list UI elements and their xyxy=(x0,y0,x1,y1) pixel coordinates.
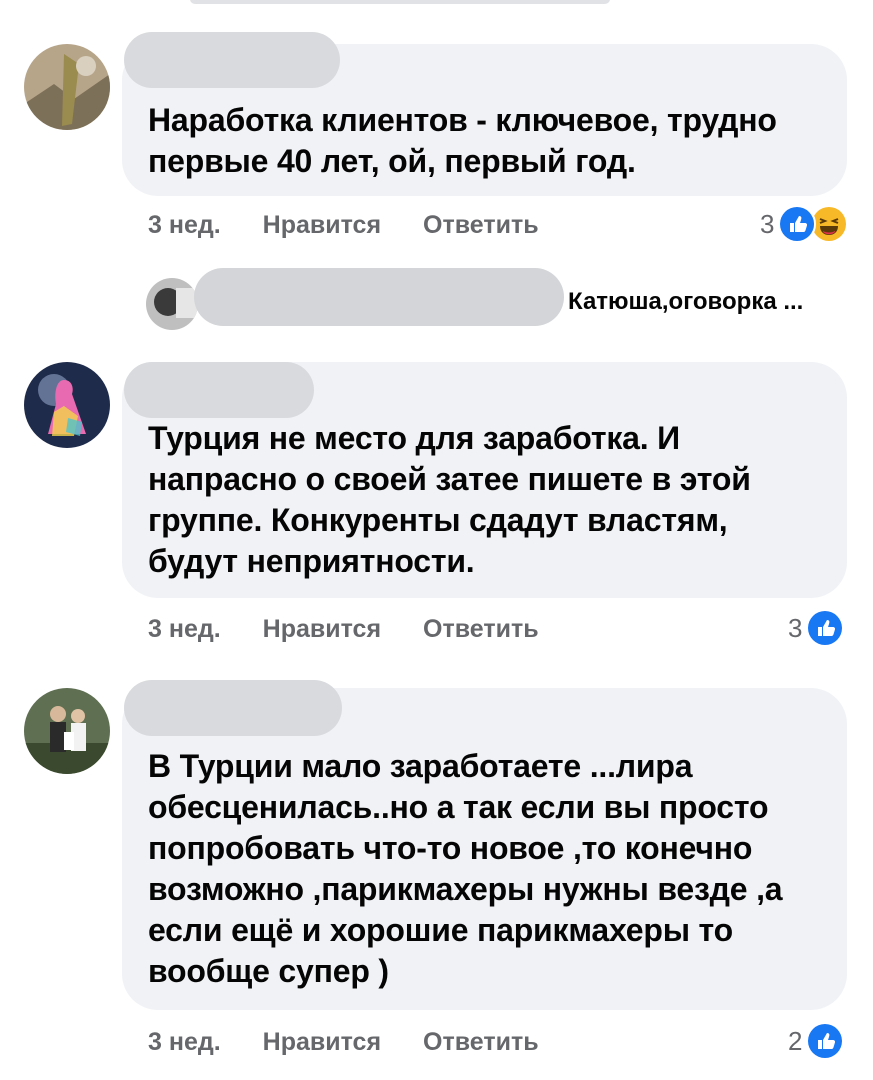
like-icon xyxy=(806,1022,845,1060)
author-name-redacted xyxy=(124,32,340,88)
reaction-summary[interactable]: 2 xyxy=(788,1022,845,1060)
comment-text: В Турции мало заработаете ...лира обесце… xyxy=(148,748,783,989)
reaction-count: 2 xyxy=(788,1025,803,1056)
haha-icon xyxy=(810,205,849,243)
comment-text: Турция не место для заработка. И напрасн… xyxy=(148,420,751,579)
reaction-count: 3 xyxy=(788,612,803,643)
avatar[interactable] xyxy=(24,44,110,130)
reply-button[interactable]: Ответить xyxy=(423,1028,539,1057)
cropped-previous-line xyxy=(190,0,610,4)
reply-preview-text[interactable]: Катюша,оговорка ... xyxy=(568,288,803,316)
author-name-redacted xyxy=(124,362,314,418)
comment-actions: 3 нед. Нравится Ответить xyxy=(148,615,539,644)
comment-timestamp[interactable]: 3 нед. xyxy=(148,615,221,644)
like-button[interactable]: Нравится xyxy=(263,615,381,644)
avatar[interactable] xyxy=(24,362,110,448)
comment-timestamp[interactable]: 3 нед. xyxy=(148,1028,221,1057)
reaction-summary[interactable]: 3 xyxy=(788,609,845,647)
comment-actions: 3 нед. Нравится Ответить xyxy=(148,211,539,240)
reply-avatar[interactable] xyxy=(146,278,198,330)
comment-text: Наработка клиентов - ключевое, трудно пе… xyxy=(148,102,777,179)
like-icon xyxy=(806,609,845,647)
like-icon xyxy=(778,205,817,243)
reply-author-redacted xyxy=(194,268,564,326)
avatar[interactable] xyxy=(24,688,110,774)
comment-timestamp[interactable]: 3 нед. xyxy=(148,211,221,240)
reply-button[interactable]: Ответить xyxy=(423,211,539,240)
like-button[interactable]: Нравится xyxy=(263,1028,381,1057)
comment-actions: 3 нед. Нравится Ответить xyxy=(148,1028,539,1057)
reply-button[interactable]: Ответить xyxy=(423,615,539,644)
reaction-count: 3 xyxy=(760,208,775,239)
author-name-redacted xyxy=(124,680,342,736)
like-button[interactable]: Нравится xyxy=(263,211,381,240)
reaction-summary[interactable]: 3 xyxy=(760,205,849,243)
